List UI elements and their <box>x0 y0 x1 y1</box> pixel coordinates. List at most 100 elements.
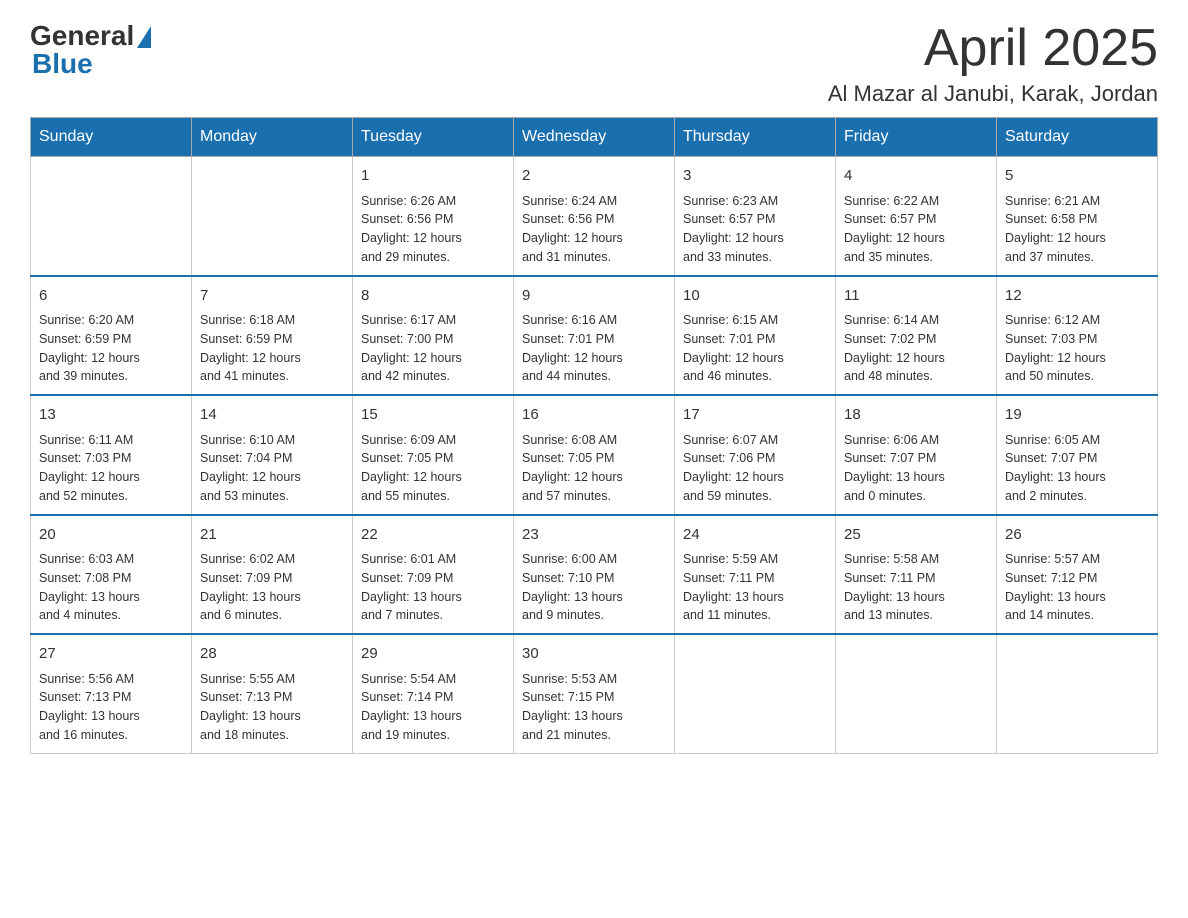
day-number: 11 <box>844 285 988 308</box>
title-area: April 2025 Al Mazar al Janubi, Karak, Jo… <box>828 20 1158 107</box>
day-info: Sunrise: 6:23 AMSunset: 6:57 PMDaylight:… <box>683 192 827 267</box>
day-number: 17 <box>683 404 827 427</box>
day-number: 8 <box>361 285 505 308</box>
calendar-cell: 1 Sunrise: 6:26 AMSunset: 6:56 PMDaylight… <box>353 157 514 276</box>
weekday-header-row: SundayMondayTuesdayWednesdayThursdayFrid… <box>31 118 1158 157</box>
calendar-cell: 16 Sunrise: 6:08 AMSunset: 7:05 PMDayligh… <box>514 395 675 515</box>
week-row-1: 1 Sunrise: 6:26 AMSunset: 6:56 PMDaylight… <box>31 157 1158 276</box>
day-number: 2 <box>522 165 666 188</box>
day-info: Sunrise: 6:07 AMSunset: 7:06 PMDaylight:… <box>683 431 827 506</box>
calendar-cell: 24 Sunrise: 5:59 AMSunset: 7:11 PMDayligh… <box>675 515 836 635</box>
day-info: Sunrise: 6:21 AMSunset: 6:58 PMDaylight:… <box>1005 192 1149 267</box>
day-number: 13 <box>39 404 183 427</box>
location-text: Al Mazar al Janubi, Karak, Jordan <box>828 81 1158 107</box>
day-number: 14 <box>200 404 344 427</box>
calendar-cell: 2 Sunrise: 6:24 AMSunset: 6:56 PMDaylight… <box>514 157 675 276</box>
day-info: Sunrise: 6:18 AMSunset: 6:59 PMDaylight:… <box>200 311 344 386</box>
calendar-cell: 6Sunrise: 6:20 AMSunset: 6:59 PMDaylight… <box>31 276 192 396</box>
weekday-header-monday: Monday <box>192 118 353 157</box>
day-number: 18 <box>844 404 988 427</box>
day-info: Sunrise: 6:02 AMSunset: 7:09 PMDaylight:… <box>200 550 344 625</box>
logo: General Blue <box>30 20 151 80</box>
calendar-cell: 3 Sunrise: 6:23 AMSunset: 6:57 PMDaylight… <box>675 157 836 276</box>
calendar-cell <box>192 157 353 276</box>
weekday-header-tuesday: Tuesday <box>353 118 514 157</box>
week-row-4: 20 Sunrise: 6:03 AMSunset: 7:08 PMDayligh… <box>31 515 1158 635</box>
day-info: Sunrise: 5:56 AMSunset: 7:13 PMDaylight:… <box>39 670 183 745</box>
day-number: 10 <box>683 285 827 308</box>
day-number: 29 <box>361 643 505 666</box>
day-info: Sunrise: 5:53 AMSunset: 7:15 PMDaylight:… <box>522 670 666 745</box>
day-info: Sunrise: 6:20 AMSunset: 6:59 PMDaylight:… <box>39 311 183 386</box>
calendar-cell: 20 Sunrise: 6:03 AMSunset: 7:08 PMDayligh… <box>31 515 192 635</box>
day-number: 16 <box>522 404 666 427</box>
day-number: 3 <box>683 165 827 188</box>
day-info: Sunrise: 6:26 AMSunset: 6:56 PMDaylight:… <box>361 192 505 267</box>
week-row-5: 27 Sunrise: 5:56 AMSunset: 7:13 PMDayligh… <box>31 634 1158 753</box>
month-title: April 2025 <box>828 20 1158 77</box>
day-number: 19 <box>1005 404 1149 427</box>
day-info: Sunrise: 6:05 AMSunset: 7:07 PMDaylight:… <box>1005 431 1149 506</box>
day-info: Sunrise: 5:55 AMSunset: 7:13 PMDaylight:… <box>200 670 344 745</box>
day-info: Sunrise: 6:15 AMSunset: 7:01 PMDaylight:… <box>683 311 827 386</box>
weekday-header-thursday: Thursday <box>675 118 836 157</box>
calendar-cell: 30 Sunrise: 5:53 AMSunset: 7:15 PMDayligh… <box>514 634 675 753</box>
day-info: Sunrise: 6:06 AMSunset: 7:07 PMDaylight:… <box>844 431 988 506</box>
calendar-cell: 29 Sunrise: 5:54 AMSunset: 7:14 PMDayligh… <box>353 634 514 753</box>
week-row-2: 6Sunrise: 6:20 AMSunset: 6:59 PMDaylight… <box>31 276 1158 396</box>
calendar-cell: 15 Sunrise: 6:09 AMSunset: 7:05 PMDayligh… <box>353 395 514 515</box>
day-number: 4 <box>844 165 988 188</box>
calendar-cell: 28Sunrise: 5:55 AMSunset: 7:13 PMDayligh… <box>192 634 353 753</box>
day-number: 22 <box>361 524 505 547</box>
day-info: Sunrise: 6:24 AMSunset: 6:56 PMDaylight:… <box>522 192 666 267</box>
day-number: 30 <box>522 643 666 666</box>
day-number: 1 <box>361 165 505 188</box>
day-number: 20 <box>39 524 183 547</box>
day-info: Sunrise: 6:00 AMSunset: 7:10 PMDaylight:… <box>522 550 666 625</box>
calendar-cell: 26 Sunrise: 5:57 AMSunset: 7:12 PMDayligh… <box>997 515 1158 635</box>
day-info: Sunrise: 6:12 AMSunset: 7:03 PMDaylight:… <box>1005 311 1149 386</box>
day-number: 27 <box>39 643 183 666</box>
calendar-cell <box>836 634 997 753</box>
calendar-cell: 12Sunrise: 6:12 AMSunset: 7:03 PMDayligh… <box>997 276 1158 396</box>
calendar-table: SundayMondayTuesdayWednesdayThursdayFrid… <box>30 117 1158 754</box>
calendar-cell: 11 Sunrise: 6:14 AMSunset: 7:02 PMDayligh… <box>836 276 997 396</box>
calendar-cell: 8 Sunrise: 6:17 AMSunset: 7:00 PMDaylight… <box>353 276 514 396</box>
day-info: Sunrise: 6:09 AMSunset: 7:05 PMDaylight:… <box>361 431 505 506</box>
weekday-header-saturday: Saturday <box>997 118 1158 157</box>
calendar-cell: 7 Sunrise: 6:18 AMSunset: 6:59 PMDaylight… <box>192 276 353 396</box>
day-number: 26 <box>1005 524 1149 547</box>
day-number: 15 <box>361 404 505 427</box>
calendar-cell: 4Sunrise: 6:22 AMSunset: 6:57 PMDaylight… <box>836 157 997 276</box>
week-row-3: 13 Sunrise: 6:11 AMSunset: 7:03 PMDayligh… <box>31 395 1158 515</box>
day-info: Sunrise: 5:57 AMSunset: 7:12 PMDaylight:… <box>1005 550 1149 625</box>
logo-blue-text: Blue <box>30 48 93 80</box>
calendar-cell <box>31 157 192 276</box>
day-info: Sunrise: 5:54 AMSunset: 7:14 PMDaylight:… <box>361 670 505 745</box>
day-number: 9 <box>522 285 666 308</box>
day-info: Sunrise: 6:11 AMSunset: 7:03 PMDaylight:… <box>39 431 183 506</box>
day-number: 5 <box>1005 165 1149 188</box>
calendar-cell: 10 Sunrise: 6:15 AMSunset: 7:01 PMDayligh… <box>675 276 836 396</box>
day-number: 25 <box>844 524 988 547</box>
calendar-cell: 22 Sunrise: 6:01 AMSunset: 7:09 PMDayligh… <box>353 515 514 635</box>
day-info: Sunrise: 6:08 AMSunset: 7:05 PMDaylight:… <box>522 431 666 506</box>
day-info: Sunrise: 6:10 AMSunset: 7:04 PMDaylight:… <box>200 431 344 506</box>
day-info: Sunrise: 6:01 AMSunset: 7:09 PMDaylight:… <box>361 550 505 625</box>
calendar-cell: 18 Sunrise: 6:06 AMSunset: 7:07 PMDayligh… <box>836 395 997 515</box>
calendar-cell: 23Sunrise: 6:00 AMSunset: 7:10 PMDayligh… <box>514 515 675 635</box>
day-info: Sunrise: 6:14 AMSunset: 7:02 PMDaylight:… <box>844 311 988 386</box>
day-number: 21 <box>200 524 344 547</box>
day-number: 24 <box>683 524 827 547</box>
calendar-cell: 21 Sunrise: 6:02 AMSunset: 7:09 PMDayligh… <box>192 515 353 635</box>
day-info: Sunrise: 6:16 AMSunset: 7:01 PMDaylight:… <box>522 311 666 386</box>
calendar-cell: 25Sunrise: 5:58 AMSunset: 7:11 PMDayligh… <box>836 515 997 635</box>
calendar-cell: 19 Sunrise: 6:05 AMSunset: 7:07 PMDayligh… <box>997 395 1158 515</box>
calendar-cell: 14 Sunrise: 6:10 AMSunset: 7:04 PMDayligh… <box>192 395 353 515</box>
day-info: Sunrise: 6:03 AMSunset: 7:08 PMDaylight:… <box>39 550 183 625</box>
day-number: 7 <box>200 285 344 308</box>
calendar-cell <box>997 634 1158 753</box>
day-info: Sunrise: 5:59 AMSunset: 7:11 PMDaylight:… <box>683 550 827 625</box>
day-info: Sunrise: 6:17 AMSunset: 7:00 PMDaylight:… <box>361 311 505 386</box>
logo-triangle-icon <box>137 26 151 48</box>
